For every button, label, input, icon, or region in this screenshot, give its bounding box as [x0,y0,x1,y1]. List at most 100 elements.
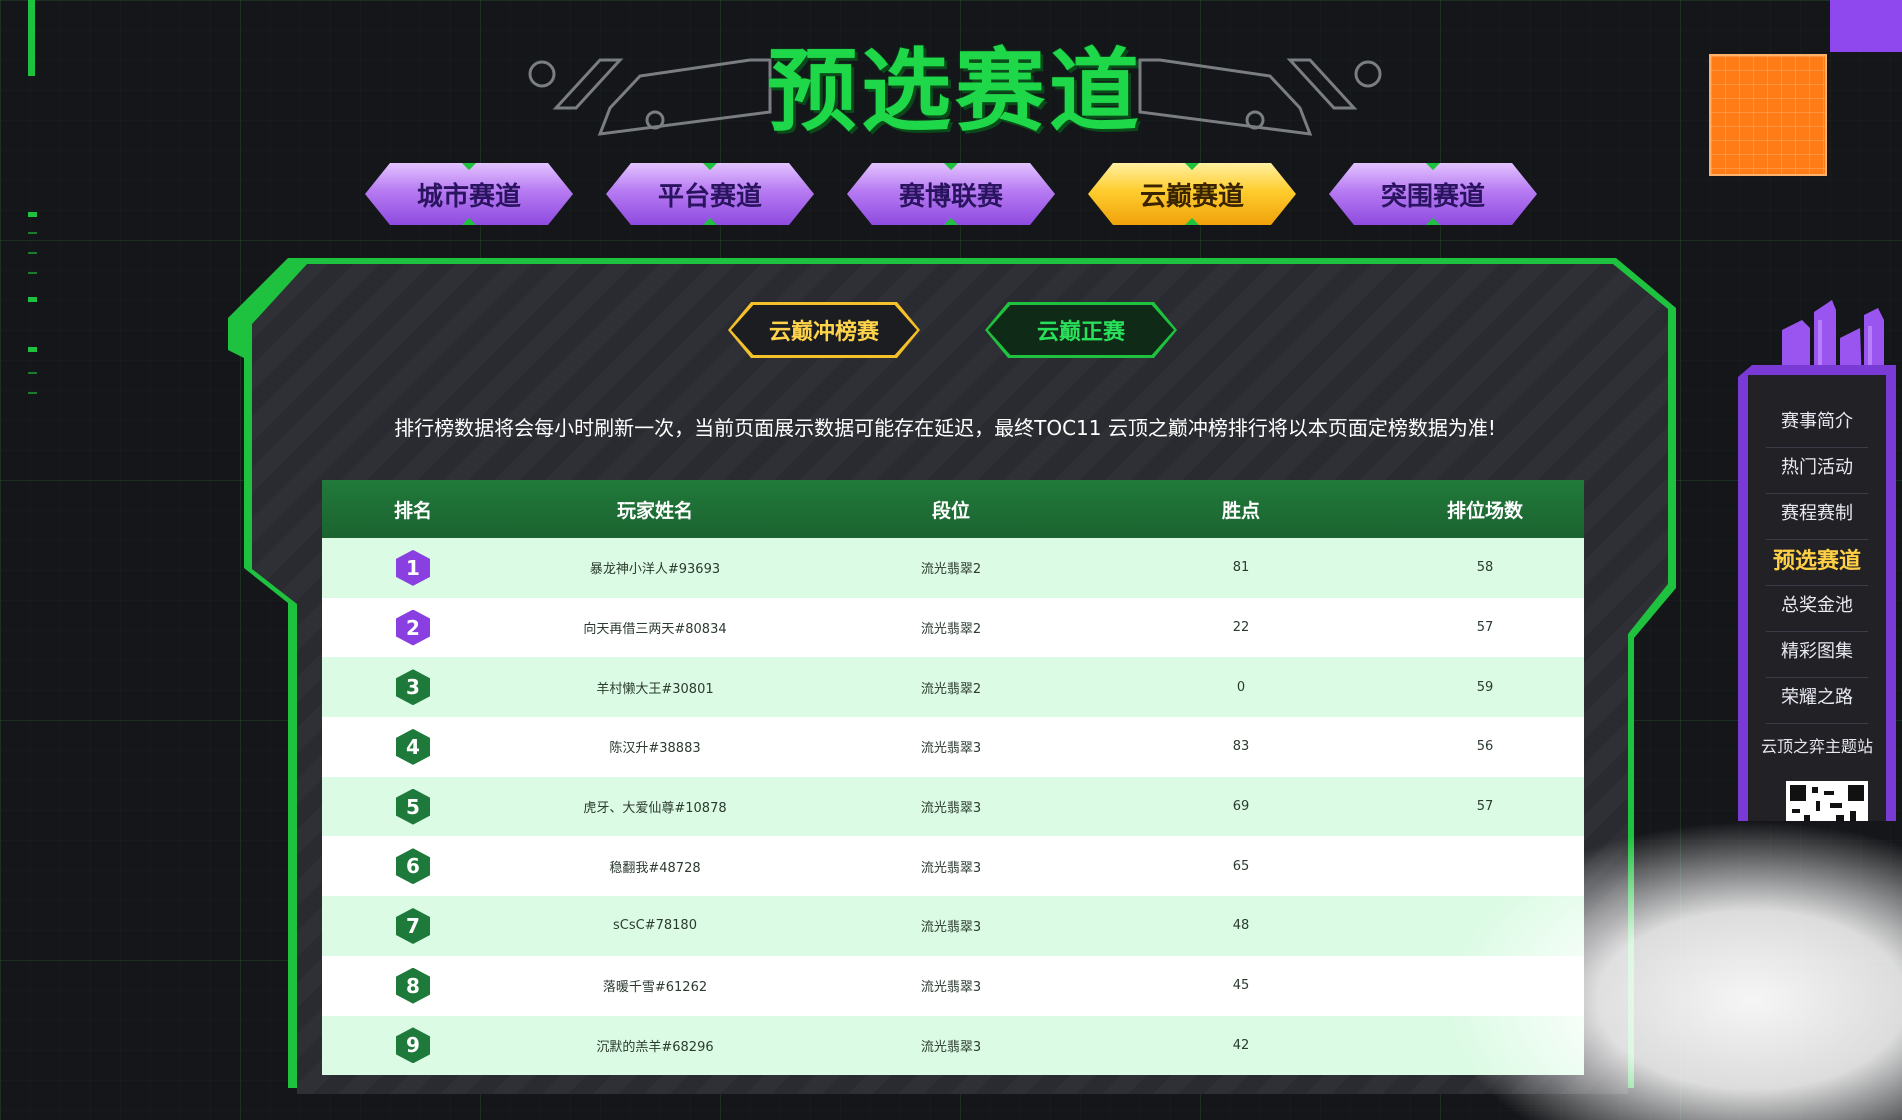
player-points: 22 [1232,620,1250,636]
tab-breakout[interactable]: 突围赛道 [1329,163,1537,225]
player-points: 65 [1232,858,1250,874]
nav-item-events[interactable]: 热门活动 [1748,453,1886,479]
table-row: 4 陈汉升#38883 流光翡翠3 83 56 [322,717,1584,777]
player-tier: 流光翡翠3 [920,801,982,817]
title-area: 预选赛道 [520,18,1390,144]
nav-divider [1766,447,1868,448]
tab-pip-icon [702,217,718,225]
left-deco-tick [28,392,37,394]
tab-label: 城市赛道 [416,181,521,212]
subtab-label: 云巅正赛 [988,305,1174,355]
nav-item-glory-road[interactable]: 荣耀之路 [1748,683,1886,709]
left-deco-tick [28,212,37,217]
tab-city[interactable]: 城市赛道 [365,163,573,225]
refresh-notice: 排行榜数据将会每小时刷新一次，当前页面展示数据可能存在延迟，最终TOC11 云顶… [394,416,1496,440]
subtab-label: 云巅冲榜赛 [731,305,917,355]
left-deco-tick [28,372,37,374]
tab-pip-icon [1425,217,1441,225]
corner-orange-deco [1709,54,1827,176]
player-name: 向天再借三两天#80834 [583,622,727,638]
left-deco-tick [28,297,37,302]
table-row: 2 向天再借三两天#80834 流光翡翠2 22 57 [322,597,1584,658]
tab-cyber-league[interactable]: 赛博联赛 [847,163,1055,225]
player-name: 落暖千雪#61262 [602,980,708,996]
col-tier: 段位 [931,499,970,522]
tab-yundian[interactable]: 云巅赛道 [1088,163,1296,225]
player-points: 48 [1232,918,1250,934]
table-row: 3 羊村懒大王#30801 流光翡翠2 0 59 [322,657,1584,718]
rank-number: 8 [406,973,420,998]
rank-hexagon-icon: 5 [396,788,430,825]
player-name: 稳翻我#48728 [609,860,701,876]
rank-cell: 5 [322,788,504,825]
nav-divider [1766,585,1868,586]
player-tier: 流光翡翠3 [920,920,982,936]
col-player-name: 玩家姓名 [616,499,693,522]
rank-hexagon-icon: 9 [396,1027,430,1064]
nav-divider [1766,723,1868,724]
table-row: 9 沉默的羔羊#68296 流光翡翠3 42 [322,1015,1584,1076]
tab-pip-icon [702,163,718,171]
rank-hexagon-icon: 8 [396,967,430,1004]
player-tier: 流光翡翠3 [920,980,982,996]
player-tier: 流光翡翠2 [920,622,982,638]
rank-cell: 1 [322,549,504,586]
nav-item-gallery[interactable]: 精彩图集 [1748,637,1886,663]
rank-hexagon-icon: 2 [396,609,430,646]
title-circuit-deco-right-icon [1138,58,1382,136]
tab-platform[interactable]: 平台赛道 [606,163,814,225]
rank-cell: 2 [322,609,504,646]
nav-item-schedule[interactable]: 赛程赛制 [1748,499,1886,525]
table-row: 8 落暖千雪#61262 流光翡翠3 45 [322,955,1584,1016]
rank-number: 4 [406,734,420,759]
tab-pip-icon [461,217,477,225]
player-points: 81 [1232,560,1250,576]
player-games: 56 [1476,739,1494,755]
table-row: 6 稳翻我#48728 流光翡翠3 65 [322,836,1584,897]
nav-divider [1766,493,1868,494]
rank-number: 9 [406,1033,420,1058]
theme-site-link[interactable]: 云顶之弈主题站 [1748,733,1886,757]
table-header: 排名 玩家姓名 段位 胜点 排位场数 [322,480,1584,538]
rank-number: 2 [406,615,420,640]
player-tier: 流光翡翠2 [920,562,982,578]
player-name: 陈汉升#38883 [609,741,701,757]
tab-pip-icon [461,163,477,171]
player-tier: 流光翡翠2 [920,681,982,697]
nav-divider [1766,677,1868,678]
rank-hexagon-icon: 1 [396,549,430,586]
subtab-yundian-rush[interactable]: 云巅冲榜赛 [728,302,920,358]
nav-item-prize-pool[interactable]: 总奖金池 [1748,591,1886,617]
player-games: 59 [1476,679,1494,695]
player-points: 69 [1232,799,1250,815]
subtab-yundian-main[interactable]: 云巅正赛 [985,302,1177,358]
player-games: 58 [1476,560,1494,576]
nav-divider [1766,539,1868,540]
rank-number: 3 [406,675,420,700]
player-name: 虎牙、大爱仙尊#10878 [583,801,727,817]
tab-pip-icon [1184,163,1200,171]
rank-number: 7 [406,913,420,938]
table-row: 7 sCsC#78180 流光翡翠3 48 [322,896,1584,956]
table-row: 5 虎牙、大爱仙尊#10878 流光翡翠3 69 57 [322,776,1584,837]
left-deco-tick [28,232,37,234]
rank-cell: 7 [322,907,504,944]
tab-label: 突围赛道 [1380,181,1485,212]
qr-code-icon [1786,781,1868,821]
rank-cell: 6 [322,848,504,885]
player-name: sCsC#78180 [613,918,697,934]
player-tier: 流光翡翠3 [920,860,982,876]
player-points: 83 [1232,739,1250,755]
nav-item-qualifiers[interactable]: 预选赛道 [1748,543,1886,575]
table-row: 1 暴龙神小洋人#93693 流光翡翠2 81 58 [322,538,1584,598]
col-rank: 排名 [393,499,432,522]
nav-item-intro[interactable]: 赛事简介 [1748,407,1886,433]
tab-label: 云巅赛道 [1139,181,1244,212]
rank-cell: 4 [322,728,504,765]
player-games: 57 [1476,799,1494,815]
left-deco-tick [28,252,37,254]
left-deco-bar [28,0,35,76]
player-points: 42 [1232,1037,1250,1053]
category-tabs: 城市赛道 平台赛道 赛博联赛 云巅赛道 突围赛道 [365,163,1545,229]
side-nav-inner: 赛事简介 热门活动 赛程赛制 预选赛道 总奖金池 精彩图集 荣耀之路 云顶之弈主… [1748,375,1886,821]
